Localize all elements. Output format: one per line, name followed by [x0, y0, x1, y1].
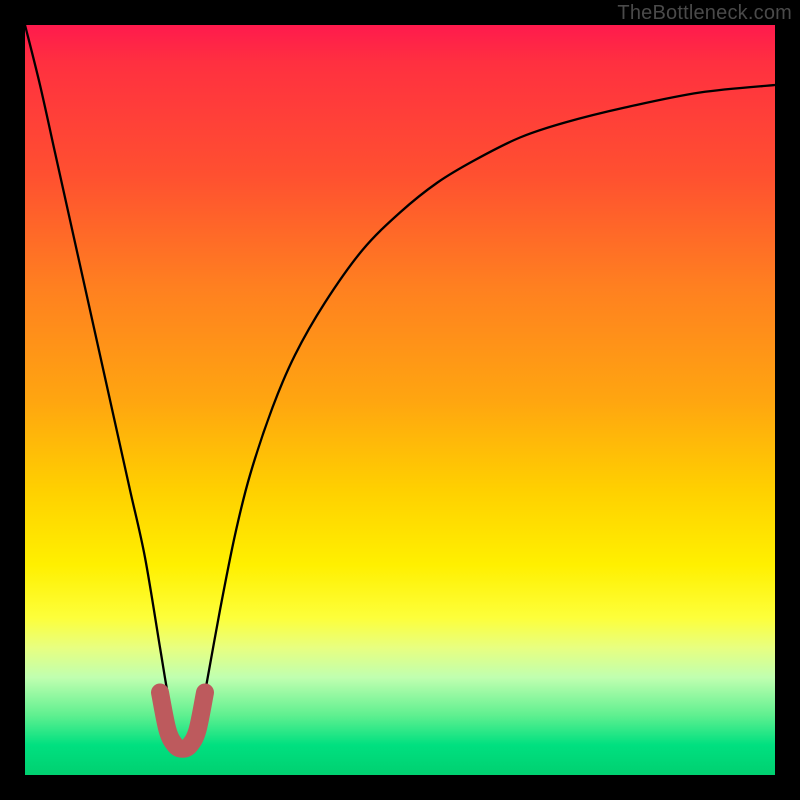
main-curve	[25, 25, 775, 747]
chart-svg	[25, 25, 775, 775]
watermark-text: TheBottleneck.com	[617, 2, 792, 25]
chart-frame: TheBottleneck.com	[0, 0, 800, 800]
highlight-segment	[160, 693, 205, 749]
